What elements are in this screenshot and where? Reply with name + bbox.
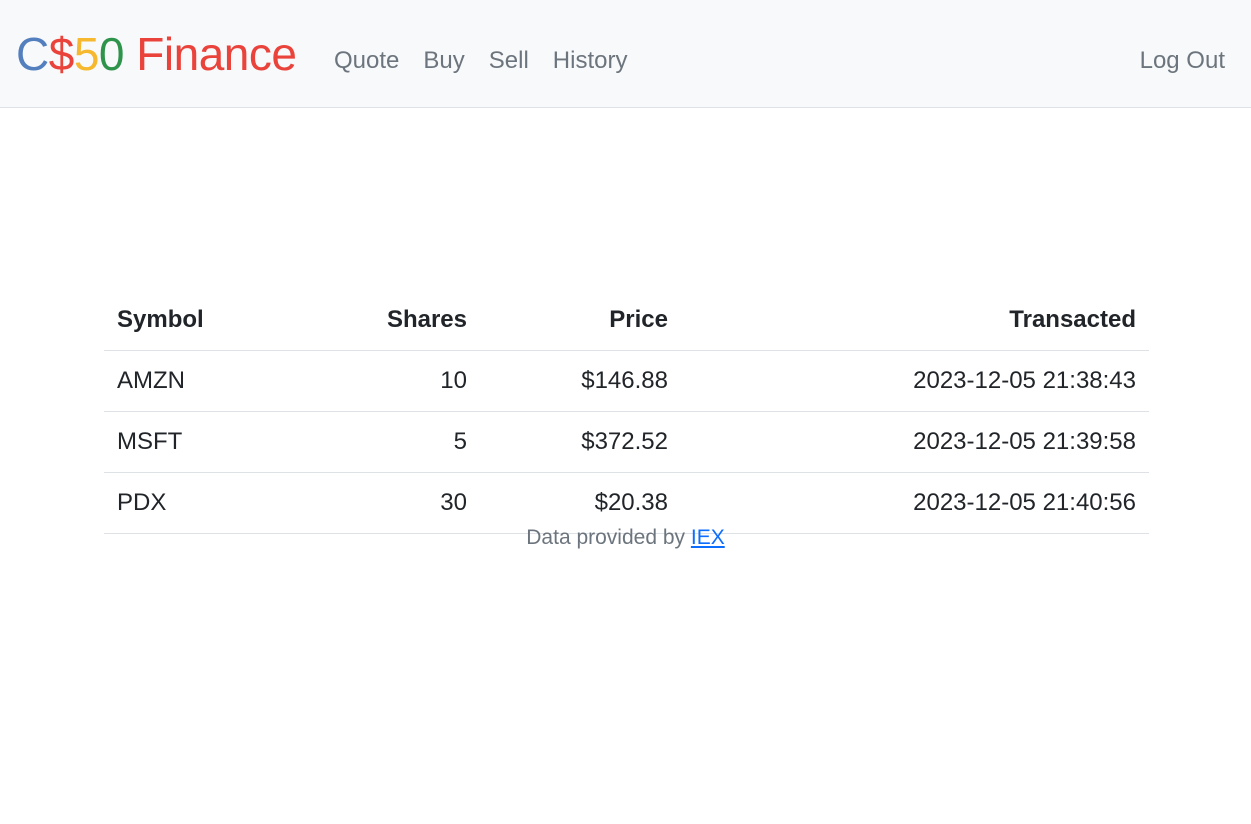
cell-transacted: 2023-12-05 21:40:56 bbox=[681, 472, 1149, 534]
table-header-row: Symbol Shares Price Transacted bbox=[104, 290, 1149, 351]
brand-finance-word: Finance bbox=[124, 28, 297, 80]
brand-logo-link[interactable]: C$50 Finance bbox=[16, 24, 297, 84]
cell-symbol: PDX bbox=[104, 472, 300, 534]
cell-price: $146.88 bbox=[480, 350, 681, 412]
header-price: Price bbox=[480, 290, 681, 351]
cell-symbol: AMZN bbox=[104, 350, 300, 412]
transactions-table: Symbol Shares Price Transacted AMZN 10 $… bbox=[104, 290, 1149, 534]
header-symbol: Symbol bbox=[104, 290, 300, 351]
header-shares: Shares bbox=[300, 290, 480, 351]
table-row: AMZN 10 $146.88 2023-12-05 21:38:43 bbox=[104, 350, 1149, 412]
brand-digit-5: 5 bbox=[73, 28, 100, 80]
top-navbar: C$50 Finance Quote Buy Sell History Log … bbox=[0, 0, 1251, 108]
brand-digit-0: 0 bbox=[98, 28, 125, 80]
cell-transacted: 2023-12-05 21:39:58 bbox=[681, 411, 1149, 473]
nav-history-link[interactable]: History bbox=[541, 44, 640, 78]
nav-buy-link[interactable]: Buy bbox=[411, 44, 476, 78]
main-nav-links: Quote Buy Sell History bbox=[322, 44, 639, 78]
iex-link[interactable]: IEX bbox=[691, 526, 725, 549]
cell-symbol: MSFT bbox=[104, 411, 300, 473]
cell-shares: 10 bbox=[300, 350, 480, 412]
cell-price: $20.38 bbox=[480, 472, 681, 534]
brand-dollar-sign: $ bbox=[48, 28, 75, 80]
table-row: PDX 30 $20.38 2023-12-05 21:40:56 bbox=[104, 472, 1149, 534]
brand-letter-c: C bbox=[16, 28, 49, 80]
cell-price: $372.52 bbox=[480, 411, 681, 473]
logout-link[interactable]: Log Out bbox=[1128, 44, 1237, 78]
main-content: Symbol Shares Price Transacted AMZN 10 $… bbox=[0, 108, 1251, 823]
cell-shares: 30 bbox=[300, 472, 480, 534]
table-row: MSFT 5 $372.52 2023-12-05 21:39:58 bbox=[104, 411, 1149, 473]
footer-text: Data provided by bbox=[526, 526, 686, 549]
header-transacted: Transacted bbox=[681, 290, 1149, 351]
cell-transacted: 2023-12-05 21:38:43 bbox=[681, 350, 1149, 412]
nav-quote-link[interactable]: Quote bbox=[322, 44, 411, 78]
cell-shares: 5 bbox=[300, 411, 480, 473]
nav-sell-link[interactable]: Sell bbox=[477, 44, 541, 78]
footer: Data provided by IEX bbox=[0, 526, 1251, 550]
